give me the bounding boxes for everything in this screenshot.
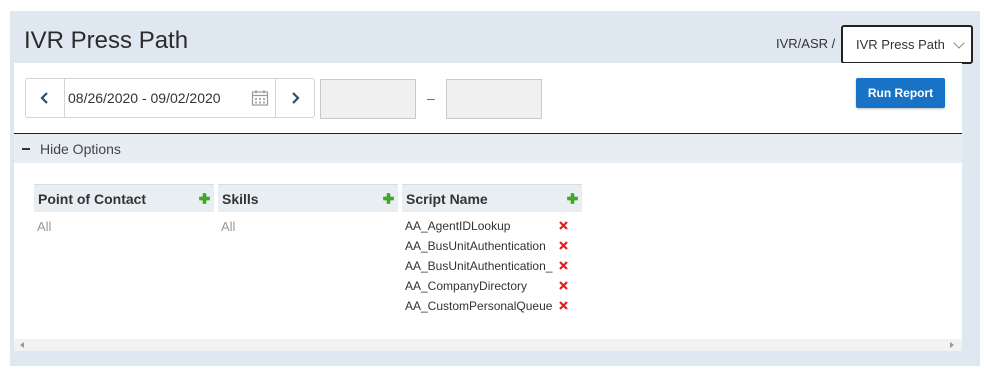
add-script-icon[interactable] (567, 193, 578, 204)
end-time-input[interactable] (446, 79, 542, 119)
script-item-label: AA_CustomPersonalQueue (405, 299, 553, 313)
date-range-value: 08/26/2020 - 09/02/2020 (68, 90, 221, 106)
run-report-button[interactable]: Run Report (856, 78, 945, 108)
script-list: AA_AgentIDLookup AA_BusUnitAuthenticatio… (402, 216, 582, 316)
time-separator: – (427, 90, 435, 106)
breadcrumb[interactable]: IVR/ASR / (776, 36, 835, 51)
script-item-label: AA_AgentIDLookup (405, 219, 511, 233)
remove-icon[interactable] (559, 301, 568, 310)
report-select-value: IVR Press Path (856, 37, 945, 52)
calendar-icon[interactable] (251, 89, 269, 107)
chevron-left-icon (40, 92, 48, 104)
main-panel: 08/26/2020 - 09/02/2020 – Run Report Hid… (14, 63, 962, 344)
add-skill-icon[interactable] (383, 193, 394, 204)
skills-header: Skills (218, 184, 398, 212)
script-name-header: Script Name (402, 184, 582, 212)
options-toggle-label: Hide Options (40, 140, 121, 157)
script-item-label: AA_BusUnitAuthentication_ (405, 259, 553, 273)
point-of-contact-column: Point of Contact All (34, 184, 214, 234)
remove-icon[interactable] (559, 261, 568, 270)
script-list-item: AA_CompanyDirectory (402, 276, 582, 296)
remove-icon[interactable] (559, 221, 568, 230)
remove-icon[interactable] (559, 241, 568, 250)
scroll-right-icon[interactable] (950, 342, 954, 348)
chevron-right-icon (292, 92, 300, 104)
script-list-item: AA_AgentIDLookup (402, 216, 582, 236)
script-item-label: AA_CompanyDirectory (405, 279, 528, 293)
script-item-label: AA_BusUnitAuthentication (405, 239, 546, 253)
date-range-picker: 08/26/2020 - 09/02/2020 (25, 78, 315, 118)
options-toggle[interactable]: Hide Options (14, 133, 962, 163)
point-of-contact-header: Point of Contact (34, 184, 214, 212)
start-time-input[interactable] (320, 79, 416, 119)
skills-value: All (221, 219, 236, 234)
chevron-down-icon (953, 37, 965, 49)
report-select[interactable]: IVR Press Path (841, 25, 973, 64)
skills-column: Skills All (218, 184, 398, 234)
page-title: IVR Press Path (24, 27, 189, 54)
horizontal-scrollbar[interactable] (14, 339, 962, 351)
skills-header-label: Skills (222, 190, 259, 207)
script-list-item: AA_CustomPersonalQueue (402, 296, 582, 316)
date-range-input[interactable]: 08/26/2020 - 09/02/2020 (64, 79, 276, 117)
next-date-button[interactable] (276, 79, 314, 117)
scroll-left-icon[interactable] (20, 342, 24, 348)
script-list-item: AA_BusUnitAuthentication_ (402, 256, 582, 276)
script-name-column: Script Name AA_AgentIDLookup AA_BusUnitA… (402, 184, 582, 316)
script-list-item: AA_BusUnitAuthentication (402, 236, 582, 256)
point-of-contact-header-label: Point of Contact (38, 190, 147, 207)
remove-icon[interactable] (559, 281, 568, 290)
prev-date-button[interactable] (26, 79, 64, 117)
script-name-header-label: Script Name (406, 190, 488, 207)
point-of-contact-value: All (37, 219, 52, 234)
add-point-of-contact-icon[interactable] (199, 193, 210, 204)
minus-icon (22, 147, 30, 150)
